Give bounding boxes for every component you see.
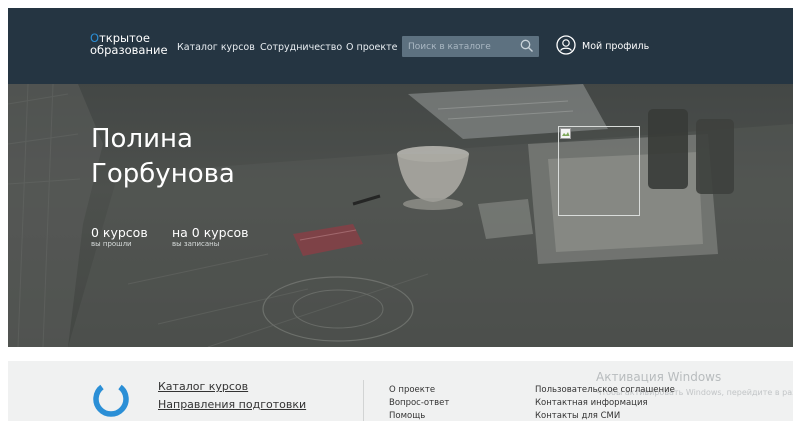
- hero-banner: Полина Горбунова 0 курсов вы прошли на 0…: [8, 84, 793, 347]
- footer-link-directions[interactable]: Направления подготовки: [158, 398, 306, 411]
- courses-enrolled-caption: вы записаны: [172, 240, 220, 248]
- footer-link-catalog[interactable]: Каталог курсов: [158, 380, 248, 393]
- search-icon[interactable]: [520, 39, 534, 53]
- courses-completed-count: 0 курсов: [91, 225, 148, 240]
- user-first-name: Полина: [91, 124, 193, 154]
- nav-catalog[interactable]: Каталог курсов: [177, 42, 255, 53]
- nav-cooperation[interactable]: Сотрудничество: [260, 42, 342, 53]
- site-footer: Каталог курсов Направления подготовки О …: [8, 361, 793, 421]
- courses-completed-caption: вы прошли: [91, 240, 132, 248]
- footer-divider: [363, 380, 364, 421]
- footer-link-faq[interactable]: Вопрос-ответ: [389, 398, 449, 408]
- footer-link-contact-info[interactable]: Контактная информация: [535, 398, 648, 408]
- profile-image-placeholder: [558, 126, 640, 216]
- logo-ring-icon[interactable]: [92, 381, 130, 419]
- broken-image-icon: [560, 128, 571, 139]
- profile-link[interactable]: Мой профиль: [582, 41, 649, 52]
- windows-activation-title: Активация Windows: [596, 370, 722, 384]
- search-box: [402, 36, 539, 57]
- user-last-name: Горбунова: [91, 159, 235, 189]
- site-logo[interactable]: Открытое образование: [90, 32, 168, 56]
- search-input[interactable]: [402, 36, 520, 57]
- footer-link-help[interactable]: Помощь: [389, 411, 425, 421]
- top-header: Открытое образование Каталог курсов Сотр…: [8, 8, 793, 84]
- logo-line2: образование: [90, 43, 168, 57]
- footer-link-user-agreement[interactable]: Пользовательское соглашение: [535, 385, 675, 395]
- page: Открытое образование Каталог курсов Сотр…: [8, 8, 793, 421]
- user-icon[interactable]: [556, 35, 576, 55]
- nav-about[interactable]: О проекте: [346, 42, 398, 53]
- courses-enrolled-count: на 0 курсов: [172, 225, 249, 240]
- footer-link-media-contacts[interactable]: Контакты для СМИ: [535, 411, 620, 421]
- footer-link-about[interactable]: О проекте: [389, 385, 435, 395]
